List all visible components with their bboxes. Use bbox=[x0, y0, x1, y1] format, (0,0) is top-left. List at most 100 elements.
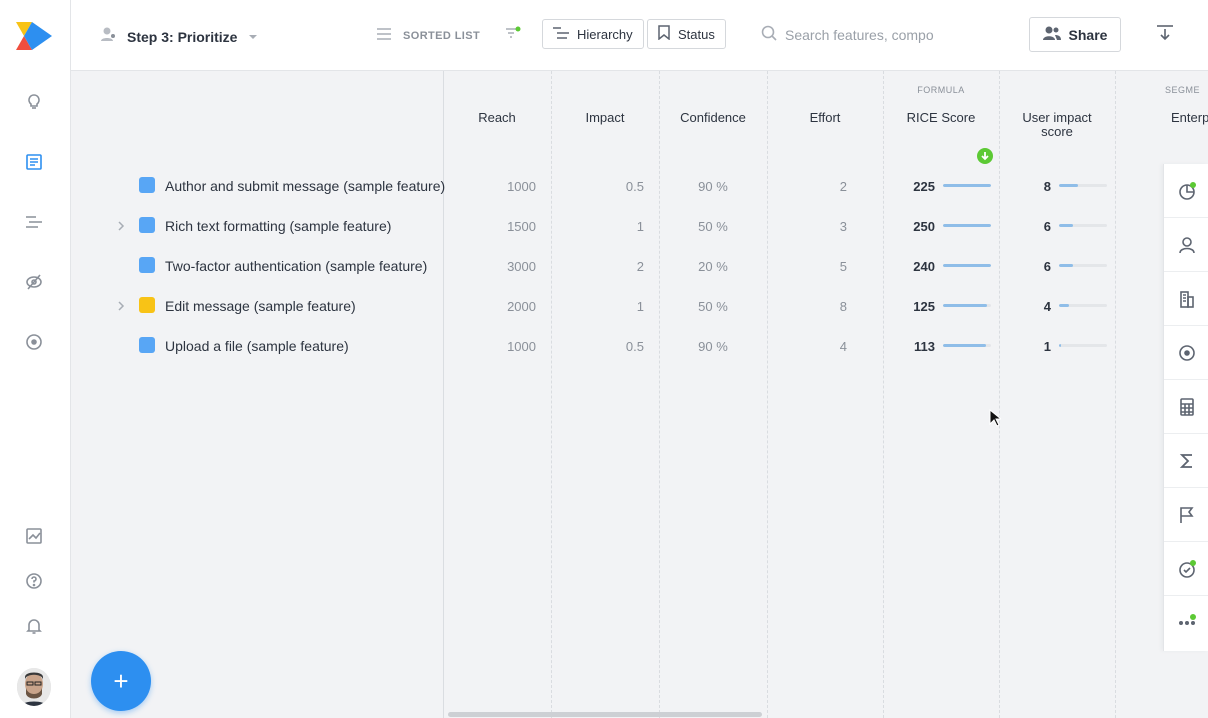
bookmark-icon bbox=[658, 25, 670, 43]
reach-value[interactable]: 2000 bbox=[476, 299, 536, 314]
effort-value[interactable]: 4 bbox=[787, 339, 847, 354]
status-color-swatch bbox=[139, 177, 155, 193]
search-box[interactable] bbox=[761, 24, 981, 46]
rice-score-value: 240 bbox=[913, 259, 935, 274]
target-icon[interactable] bbox=[1164, 326, 1208, 380]
table-row[interactable]: Upload a file (sample feature) 1000 0.5 90 … bbox=[71, 325, 1161, 365]
search-input[interactable] bbox=[785, 27, 965, 43]
status-color-swatch bbox=[139, 257, 155, 273]
building-icon[interactable] bbox=[1164, 272, 1208, 326]
column-header-reach[interactable]: Reach bbox=[443, 111, 551, 125]
rice-score-value: 250 bbox=[913, 219, 935, 234]
feature-name[interactable]: Upload a file (sample feature) bbox=[165, 338, 349, 354]
confidence-value[interactable]: 20 % bbox=[683, 259, 743, 274]
board-icon bbox=[101, 26, 119, 47]
productboard-logo[interactable] bbox=[16, 22, 52, 50]
group-label-segments: SEGME bbox=[1165, 85, 1201, 95]
chevron-right-icon[interactable] bbox=[117, 299, 125, 317]
reach-value[interactable]: 1500 bbox=[476, 219, 536, 234]
user-icon[interactable] bbox=[1164, 218, 1208, 272]
column-header-rice-score[interactable]: RICE Score bbox=[883, 111, 999, 125]
chevron-right-icon[interactable] bbox=[117, 219, 125, 237]
feature-name[interactable]: Rich text formatting (sample feature) bbox=[165, 218, 391, 234]
impact-value[interactable]: 2 bbox=[584, 259, 644, 274]
user-impact-value: 6 bbox=[1043, 259, 1051, 274]
impact-value[interactable]: 1 bbox=[584, 219, 644, 234]
status-color-swatch bbox=[139, 297, 155, 313]
column-header-confidence[interactable]: Confidence bbox=[659, 111, 767, 125]
check-circle-icon[interactable] bbox=[1164, 542, 1208, 596]
user-impact-value: 6 bbox=[1043, 219, 1051, 234]
user-impact-bar bbox=[1059, 224, 1107, 227]
more-icon[interactable] bbox=[1164, 596, 1208, 650]
column-header-impact[interactable]: Impact bbox=[551, 111, 659, 125]
calculator-icon[interactable] bbox=[1164, 380, 1208, 434]
reach-value[interactable]: 1000 bbox=[476, 179, 536, 194]
flag-icon[interactable] bbox=[1164, 488, 1208, 542]
bell-icon[interactable] bbox=[24, 616, 44, 636]
confidence-value[interactable]: 90 % bbox=[683, 339, 743, 354]
target-icon[interactable] bbox=[24, 332, 44, 352]
status-color-swatch bbox=[139, 337, 155, 353]
effort-value[interactable]: 5 bbox=[787, 259, 847, 274]
horizontal-scrollbar[interactable] bbox=[448, 712, 762, 717]
user-impact-value: 8 bbox=[1043, 179, 1051, 194]
impact-value[interactable]: 0.5 bbox=[584, 179, 644, 194]
table-row[interactable]: Two-factor authentication (sample featur… bbox=[71, 245, 1161, 285]
help-icon[interactable] bbox=[24, 571, 44, 591]
effort-value[interactable]: 2 bbox=[787, 179, 847, 194]
pie-chart-icon[interactable] bbox=[1164, 164, 1208, 218]
roadmap-icon[interactable] bbox=[24, 212, 44, 232]
view-label: SORTED LIST bbox=[403, 30, 481, 42]
reach-value[interactable]: 3000 bbox=[476, 259, 536, 274]
column-header-user-impact[interactable]: User impact score bbox=[1017, 111, 1097, 139]
impact-value[interactable]: 1 bbox=[584, 299, 644, 314]
analytics-icon[interactable] bbox=[24, 526, 44, 546]
sorted-list-table: FORMULA SEGME Reach Impact Confidence Ef… bbox=[71, 71, 1208, 718]
table-row[interactable]: Rich text formatting (sample feature) 150… bbox=[71, 205, 1161, 245]
add-feature-button[interactable]: + bbox=[91, 651, 151, 711]
user-avatar[interactable] bbox=[17, 668, 51, 706]
reach-value[interactable]: 1000 bbox=[476, 339, 536, 354]
user-impact-bar bbox=[1059, 184, 1107, 187]
user-impact-bar bbox=[1059, 264, 1107, 267]
sort-descending-icon[interactable] bbox=[977, 148, 993, 164]
step-selector[interactable]: Step 3: Prioritize bbox=[101, 26, 258, 47]
feature-name[interactable]: Author and submit message (sample featur… bbox=[165, 178, 445, 194]
right-tool-panel bbox=[1163, 164, 1208, 651]
effort-value[interactable]: 3 bbox=[787, 219, 847, 234]
export-icon[interactable] bbox=[1156, 24, 1174, 47]
table-row[interactable]: Edit message (sample feature) 2000 1 50 % 8 1… bbox=[71, 285, 1161, 325]
user-impact-value: 1 bbox=[1043, 339, 1051, 354]
user-impact-bar bbox=[1059, 304, 1107, 307]
confidence-value[interactable]: 50 % bbox=[683, 219, 743, 234]
share-button[interactable]: Share bbox=[1029, 17, 1121, 52]
mouse-cursor bbox=[989, 408, 1003, 432]
rice-score-value: 225 bbox=[913, 179, 935, 194]
status-label: Status bbox=[678, 26, 715, 42]
effort-value[interactable]: 8 bbox=[787, 299, 847, 314]
chevron-down-icon bbox=[249, 34, 258, 39]
feature-name[interactable]: Edit message (sample feature) bbox=[165, 298, 356, 314]
status-button[interactable]: Status bbox=[647, 19, 726, 49]
column-header-effort[interactable]: Effort bbox=[767, 111, 883, 125]
user-impact-value: 4 bbox=[1043, 299, 1051, 314]
view-selector[interactable]: SORTED LIST bbox=[377, 27, 480, 45]
group-label-formula: FORMULA bbox=[917, 85, 965, 95]
feature-name[interactable]: Two-factor authentication (sample featur… bbox=[165, 258, 427, 274]
hierarchy-label: Hierarchy bbox=[577, 26, 633, 42]
column-header-enterprise[interactable]: Enterp bbox=[1171, 111, 1208, 125]
hierarchy-button[interactable]: Hierarchy bbox=[542, 19, 644, 49]
hidden-eye-icon[interactable] bbox=[24, 272, 44, 292]
lightbulb-icon[interactable] bbox=[24, 92, 44, 112]
sigma-icon[interactable] bbox=[1164, 434, 1208, 488]
confidence-value[interactable]: 90 % bbox=[683, 179, 743, 194]
impact-value[interactable]: 0.5 bbox=[584, 339, 644, 354]
table-row[interactable]: Author and submit message (sample featur… bbox=[71, 165, 1161, 205]
document-icon[interactable] bbox=[24, 152, 44, 172]
rice-score-value: 125 bbox=[913, 299, 935, 314]
share-label: Share bbox=[1068, 26, 1108, 43]
filter-icon[interactable] bbox=[504, 26, 522, 47]
confidence-value[interactable]: 50 % bbox=[683, 299, 743, 314]
rice-score-bar bbox=[943, 224, 991, 227]
